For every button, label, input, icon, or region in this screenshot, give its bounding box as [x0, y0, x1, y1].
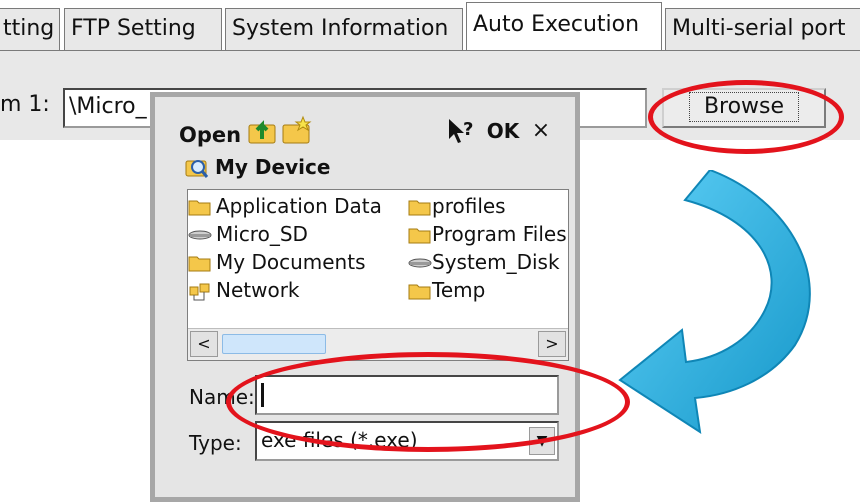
tab-system-information[interactable]: System Information — [225, 8, 463, 50]
file-item-label: Temp — [432, 278, 486, 302]
new-folder-icon[interactable] — [281, 115, 313, 147]
device-icon — [185, 160, 209, 178]
file-item-label: System_Disk — [432, 250, 560, 274]
tab-ftp-setting[interactable]: FTP Setting — [64, 8, 222, 50]
file-item-label: Program Files — [432, 222, 567, 246]
folder-up-icon[interactable] — [247, 115, 279, 147]
file-item-label: Micro_SD — [216, 222, 308, 246]
close-button[interactable]: × — [523, 115, 559, 149]
folder-icon — [408, 284, 431, 300]
drive-icon — [188, 230, 212, 240]
tab-strip: tting FTP Setting System Information Aut… — [0, 0, 860, 58]
scroll-left-button[interactable]: < — [190, 331, 218, 357]
annotation-arrow-icon — [618, 170, 811, 435]
type-label: Type: — [189, 431, 242, 455]
svg-text:?: ? — [463, 119, 473, 140]
folder-icon — [188, 200, 211, 216]
file-item-label: profiles — [432, 194, 506, 218]
file-item-label: My Documents — [216, 250, 366, 274]
location-label: My Device — [215, 155, 331, 179]
tab-auto-execution[interactable]: Auto Execution — [466, 2, 662, 51]
annotation-circle-name — [226, 352, 630, 452]
drive-icon — [408, 258, 432, 268]
file-list: Application Data Micro_SD My Documents N… — [187, 189, 569, 361]
folder-icon — [408, 200, 431, 216]
scroll-thumb[interactable] — [222, 334, 326, 354]
file-item-label: Application Data — [216, 194, 382, 218]
annotation-circle-browse — [648, 80, 844, 154]
ok-button[interactable]: OK — [485, 115, 521, 149]
help-pointer-icon[interactable]: ? — [445, 115, 477, 147]
network-icon — [189, 283, 210, 301]
dialog-title: Open — [179, 123, 242, 147]
folder-icon — [408, 228, 431, 244]
folder-icon — [188, 256, 211, 272]
tab-multi-serial-port[interactable]: Multi-serial port — [665, 8, 860, 50]
program-item-label: m 1: — [0, 92, 50, 117]
file-item-label: Network — [216, 278, 300, 302]
scroll-right-button[interactable]: > — [538, 331, 566, 357]
tab-partial-setting[interactable]: tting — [0, 8, 60, 50]
